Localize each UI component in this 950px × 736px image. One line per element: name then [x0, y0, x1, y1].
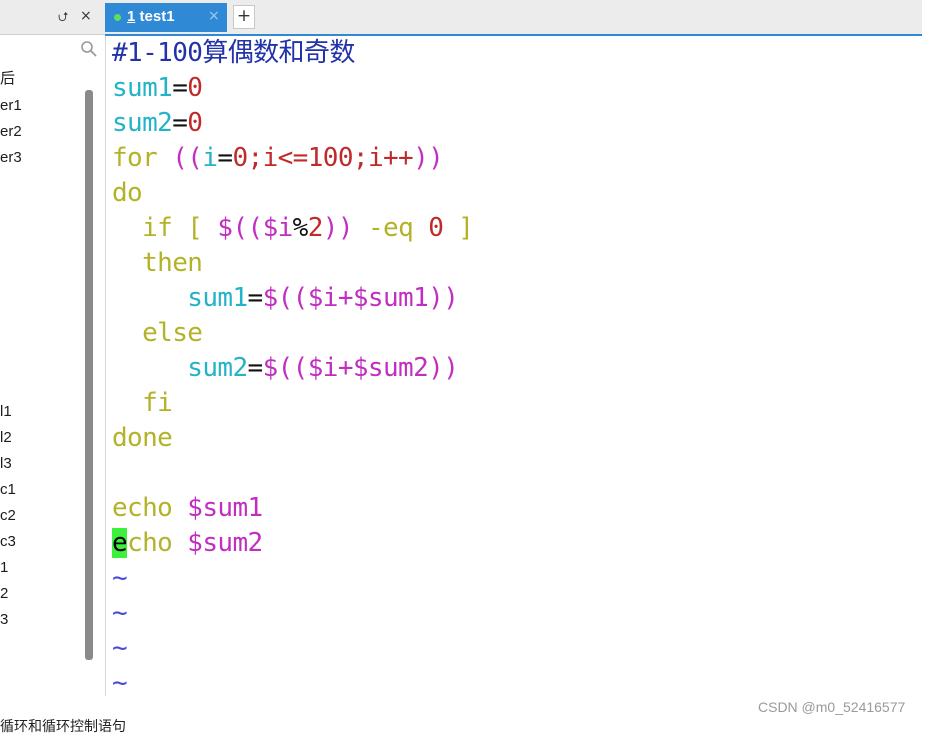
tab-close-icon[interactable]: ×: [208, 8, 220, 24]
code-token: =: [172, 73, 188, 103]
session-item[interactable]: er3: [0, 145, 22, 171]
code-token: =: [217, 143, 233, 173]
code-token: =: [247, 353, 264, 383]
code-line: sum2=0: [112, 106, 203, 141]
code-line: sum1=0: [112, 71, 203, 106]
code-token: ;i<=100;i++: [247, 143, 414, 173]
empty-line-marker: ~: [112, 668, 128, 696]
code-token: =: [247, 283, 264, 313]
tab-test1[interactable]: 1 test1 ×: [105, 3, 227, 32]
empty-line-marker: ~: [112, 598, 128, 628]
code-token: sum2: [112, 108, 173, 138]
code-token: do: [112, 178, 143, 208]
code-line: #1-100算偶数和奇数: [112, 36, 355, 71]
session-item[interactable]: er2: [0, 119, 22, 145]
code-line: if [ $(($i%2)) -eq 0 ]: [112, 211, 474, 246]
code-token: $(($i+$sum1)): [262, 283, 459, 313]
session-item[interactable]: 1: [0, 555, 8, 581]
code-token: 0: [187, 73, 203, 103]
session-item[interactable]: c2: [0, 503, 16, 529]
tab-label: 1 test1: [127, 8, 175, 25]
session-item[interactable]: 2: [0, 581, 8, 607]
empty-line-marker: ~: [112, 563, 128, 593]
session-item[interactable]: c3: [0, 529, 16, 555]
code-token: $sum1: [187, 493, 263, 523]
connection-status-icon: [114, 14, 121, 21]
code-token: ]: [443, 213, 474, 243]
search-icon[interactable]: [80, 40, 98, 58]
code-token: else: [142, 318, 203, 348]
code-line: echo $sum1: [112, 491, 263, 526]
new-tab-button[interactable]: +: [233, 5, 255, 29]
code-token: then: [142, 248, 203, 278]
code-line: ~: [112, 596, 128, 631]
code-line: else: [112, 316, 203, 351]
code-line: done: [112, 421, 173, 456]
code-token: )): [322, 213, 354, 243]
session-item[interactable]: l1: [0, 399, 12, 425]
code-token: #1-100算偶数和奇数: [112, 38, 355, 68]
page-caption: 循环和循环控制语句: [0, 718, 126, 734]
session-panel-titlebar: ⮍ ×: [0, 0, 105, 35]
code-line: ~: [112, 561, 128, 596]
code-line: echo $sum2: [112, 526, 263, 561]
scrollbar[interactable]: [85, 90, 93, 660]
code-token: if [: [142, 213, 218, 243]
session-item[interactable]: er1: [0, 93, 22, 119]
session-item[interactable]: l3: [0, 451, 12, 477]
pin-icon[interactable]: ⮍: [58, 8, 68, 30]
code-token: done: [112, 423, 173, 453]
session-item[interactable]: 后: [0, 66, 15, 92]
session-item[interactable]: c1: [0, 477, 16, 503]
code-token: 0: [187, 108, 203, 138]
code-token: )): [413, 143, 444, 173]
code-token: sum2: [187, 353, 248, 383]
code-line: fi: [112, 386, 173, 421]
close-icon[interactable]: ×: [80, 8, 92, 24]
code-token: echo: [112, 493, 188, 523]
text-cursor: e: [112, 528, 128, 558]
code-token: ((: [172, 143, 203, 173]
session-item[interactable]: 3: [0, 607, 8, 633]
session-panel: ⮍ × 后 er1 er2 er3 l1 l2 l3 c1 c2 c3 1 2 3: [0, 0, 106, 696]
code-token: -eq: [352, 213, 429, 243]
code-token: $((: [217, 213, 263, 243]
code-line: do: [112, 176, 143, 211]
code-token: sum1: [187, 283, 248, 313]
code-line: sum2=$(($i+$sum2)): [112, 351, 459, 386]
code-line: then: [112, 246, 203, 281]
code-token: =: [172, 108, 188, 138]
code-line: ~: [112, 631, 128, 666]
code-token: $(($i+$sum2)): [262, 353, 459, 383]
code-token: 0: [428, 213, 444, 243]
code-token: $i: [262, 213, 294, 243]
code-token: 0: [232, 143, 248, 173]
empty-line-marker: ~: [112, 633, 128, 663]
code-token: sum1: [112, 73, 173, 103]
code-token: %: [292, 213, 309, 243]
terminal-editor[interactable]: #1-100算偶数和奇数 sum1=0 sum2=0 for ((i=0;i<=100…: [106, 36, 922, 696]
code-token: i: [202, 143, 218, 173]
code-token: for: [112, 143, 173, 173]
code-line: sum1=$(($i+$sum1)): [112, 281, 459, 316]
code-line: ~: [112, 666, 128, 696]
code-token: fi: [142, 388, 173, 418]
watermark: CSDN @m0_52416577: [758, 699, 906, 715]
code-token: $sum2: [187, 528, 263, 558]
code-line: for ((i=0;i<=100;i++)): [112, 141, 444, 176]
session-item[interactable]: l2: [0, 425, 12, 451]
code-token: cho: [127, 528, 188, 558]
tab-bar: 1 test1 × +: [105, 0, 922, 36]
code-token: 2: [307, 213, 324, 243]
